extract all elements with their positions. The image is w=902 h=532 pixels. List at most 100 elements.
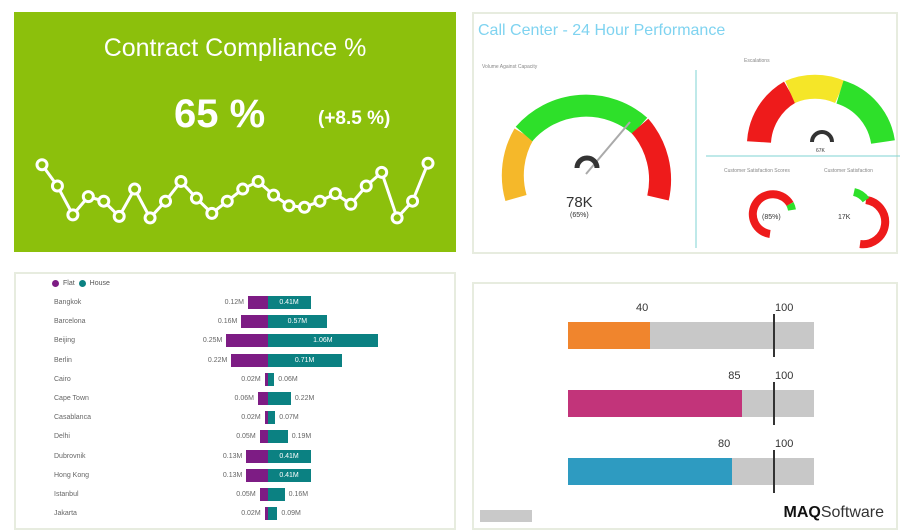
city-label: Bangkok xyxy=(54,299,82,306)
house-value: 0.19M xyxy=(291,433,312,441)
bullet-value-bar xyxy=(568,322,650,349)
sparkline-point xyxy=(112,209,126,223)
sparkline-point xyxy=(359,179,373,193)
city-label: Delhi xyxy=(54,433,70,441)
sparkline-point xyxy=(35,158,49,172)
sparkline-point xyxy=(97,194,111,208)
watermark xyxy=(480,510,532,522)
house-value: 1.06M xyxy=(313,337,333,345)
city-label: Jakarta xyxy=(54,510,77,518)
house-bar xyxy=(268,507,278,521)
bar-row: Bangkok 0.12M 0.41M xyxy=(16,294,456,312)
compliance-panel: Contract Compliance % 65 % (+8.5 %) xyxy=(14,12,456,252)
sparkline-point xyxy=(390,211,404,225)
bullet-target-label: 100 xyxy=(775,302,794,314)
bullet-value-bar xyxy=(568,458,732,485)
flat-house-panel: Flat House Bangkok 0.12M 0.41M Barcelona 0.1… xyxy=(14,272,456,530)
city-label: Hong Kong xyxy=(54,471,90,479)
bar-row: Delhi 0.05M 0.19M xyxy=(16,428,456,446)
sparkline-point xyxy=(205,206,219,220)
legend-flat-swatch xyxy=(52,280,59,287)
house-value: 0.57M xyxy=(287,318,308,326)
gauge-percent: (65%) xyxy=(570,212,589,219)
compliance-sparkline xyxy=(35,156,435,225)
house-bar xyxy=(268,430,288,444)
legend-house-label: House xyxy=(89,280,110,287)
flat-bar xyxy=(258,392,268,405)
flat-value: 0.06M xyxy=(234,395,255,402)
callcenter-panel: Call Center - 24 Hour Performance Volume… xyxy=(472,12,900,254)
bar-row: Casablanca 0.02M 0.07M xyxy=(16,409,456,427)
sparkline-point xyxy=(251,174,265,188)
sparkline-point xyxy=(143,211,157,225)
bar-row: Cape Town 0.06M 0.22M xyxy=(16,390,456,408)
house-value: 0.22M xyxy=(294,395,315,402)
bar-row: Cairo 0.02M 0.06M xyxy=(16,371,456,389)
house-value: 0.16M xyxy=(288,491,309,498)
gauge-esc-red xyxy=(747,81,797,144)
gauge-graphics xyxy=(501,70,900,249)
bars-legend: Flat House xyxy=(52,280,110,287)
city-label: Cairo xyxy=(54,375,71,383)
city-label: Berlin xyxy=(54,356,72,364)
gauge-small2-green xyxy=(852,188,870,203)
flat-bar xyxy=(246,468,268,482)
gauge-value: 78K xyxy=(566,194,593,211)
flat-bar xyxy=(241,315,268,329)
bullet-track xyxy=(568,382,814,425)
bullet-panel: 40 100 85 100 80 100 MAQSoftware xyxy=(472,282,898,530)
gauge-small2-red xyxy=(859,196,890,249)
flat-value: 0.22M xyxy=(207,356,228,364)
flat-value: 0.12M xyxy=(224,299,245,306)
bar-row: Jakarta 0.02M 0.09M xyxy=(16,505,456,523)
bar-row: Barcelona 0.16M 0.57M xyxy=(16,313,456,331)
bullet-target-label: 100 xyxy=(775,370,794,382)
city-label: Beijing xyxy=(54,337,76,345)
sparkline-point xyxy=(313,194,327,208)
gauge-big-hub xyxy=(574,155,600,169)
bar-row: Istanbul 0.05M 0.16M xyxy=(16,486,456,504)
city-label: Barcelona xyxy=(54,318,86,326)
bullet-value-label: 40 xyxy=(636,302,649,314)
city-label: Casablanca xyxy=(54,414,91,422)
sparkline-point xyxy=(220,194,234,208)
gauge-esc-hub xyxy=(810,130,834,143)
bar-row: Beijing 0.25M 1.06M xyxy=(16,332,456,350)
flat-value: 0.16M xyxy=(217,318,238,326)
flat-value: 0.25M xyxy=(202,337,223,345)
sparkline-point xyxy=(375,165,389,179)
city-label: Istanbul xyxy=(54,491,79,498)
gauge-big-yellow xyxy=(501,128,534,202)
bullet-track xyxy=(568,314,814,357)
bullet-value-label: 80 xyxy=(718,438,731,450)
bullet-target-marker xyxy=(773,314,775,357)
sparkline-point xyxy=(81,190,95,204)
bullet-target-marker xyxy=(773,382,775,425)
flat-value: 0.13M xyxy=(222,452,243,460)
house-bar xyxy=(268,488,285,501)
sparkline-point xyxy=(406,194,420,208)
flat-value: 0.13M xyxy=(222,471,243,479)
sparkline-point xyxy=(297,200,311,214)
house-bar xyxy=(268,372,275,386)
sparkline-point xyxy=(236,182,250,196)
bullet-target-label: 100 xyxy=(775,438,794,450)
brand-logo-bold: MAQ xyxy=(783,504,821,521)
sparkline-point xyxy=(421,156,435,170)
sparkline-point xyxy=(282,199,296,213)
flat-bar xyxy=(259,430,268,444)
flat-value: 0.02M xyxy=(241,414,261,422)
house-bar xyxy=(268,392,291,405)
brand-logo-rest: Software xyxy=(820,504,884,521)
gauge-big-red xyxy=(631,118,672,201)
satisfaction-scores-value: (85%) xyxy=(762,214,781,221)
gauge-esc-green xyxy=(835,80,895,145)
bullet-target-marker xyxy=(773,450,775,493)
house-value: 0.06M xyxy=(278,375,298,383)
sparkline-point xyxy=(50,179,64,193)
gauge-big-needle xyxy=(585,121,631,175)
sparkline-point xyxy=(267,188,281,202)
bullet-value-bar xyxy=(568,390,743,417)
legend-flat-label: Flat xyxy=(63,280,75,287)
flat-bar xyxy=(226,334,268,348)
